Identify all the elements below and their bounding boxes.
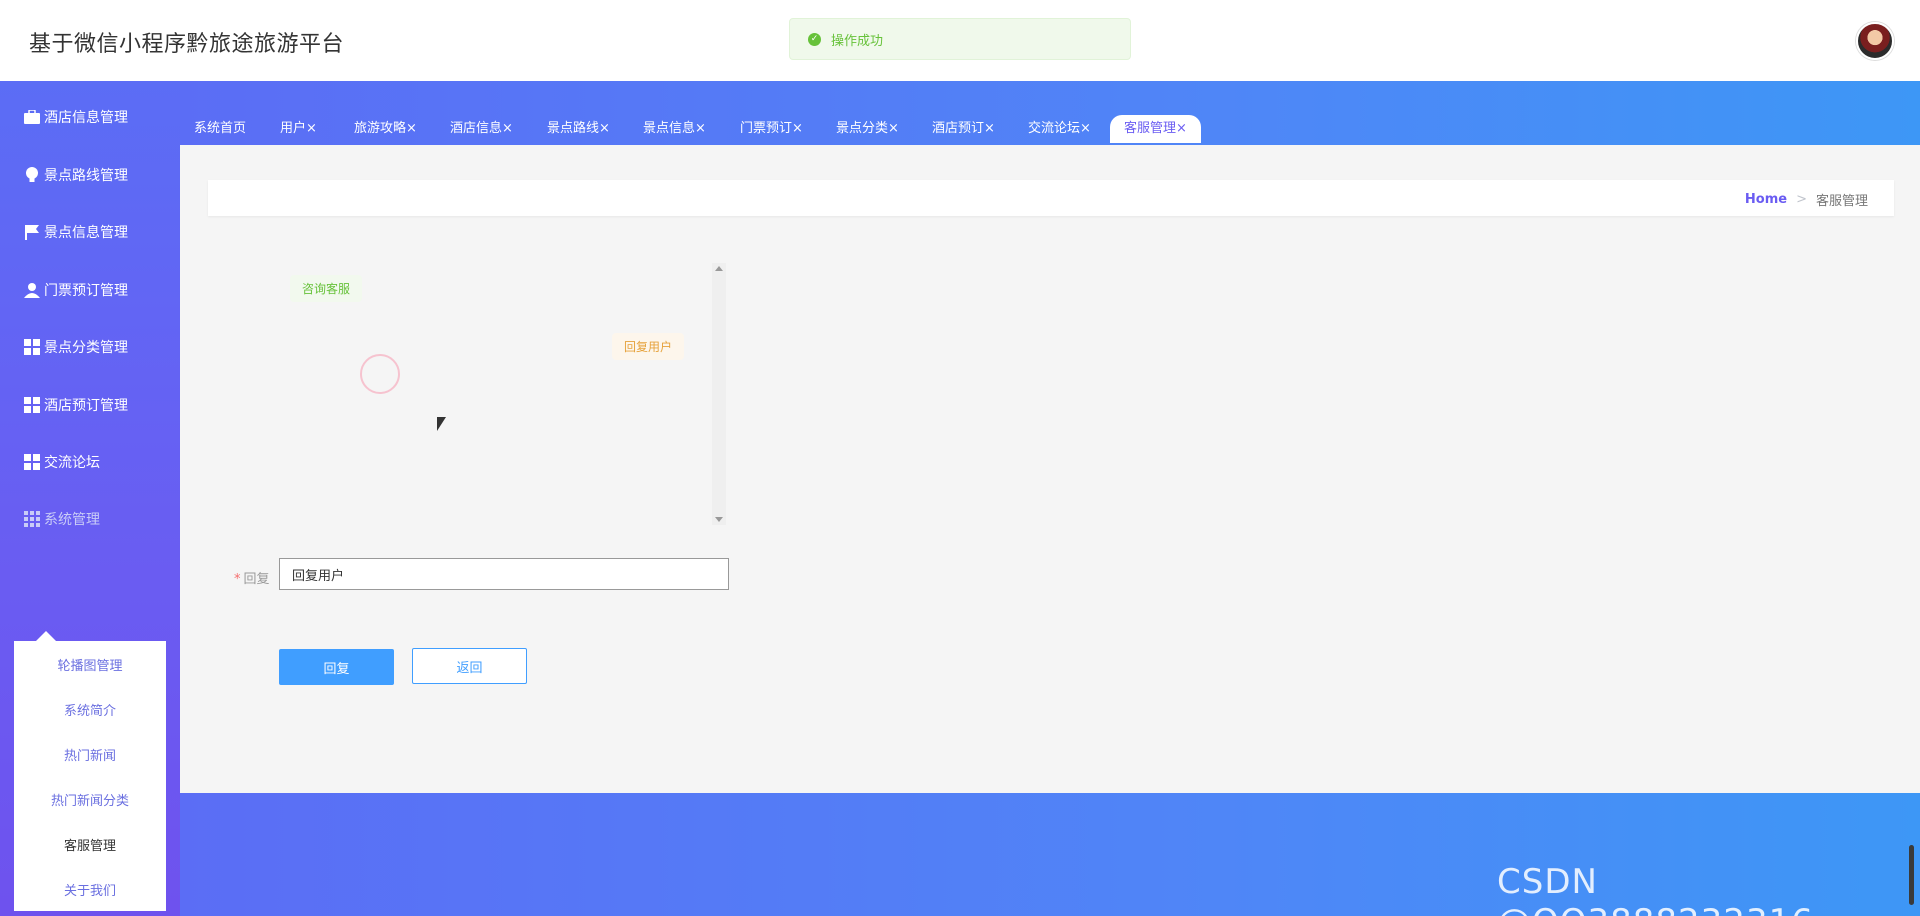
chat-area (288, 263, 730, 525)
tab-hotel-info[interactable]: 酒店信息× (450, 115, 513, 143)
sidebar-item-hotel-booking[interactable]: 酒店预订管理 (0, 382, 180, 428)
watermark-text: CSDN @QQ3888232316 (1497, 862, 1813, 916)
tab-ticket-booking[interactable]: 门票预订× (740, 115, 803, 143)
breadcrumb-separator: > (1796, 192, 1807, 207)
submenu-item-carousel[interactable]: 轮播图管理 (14, 655, 166, 674)
back-button[interactable]: 返回 (412, 648, 527, 684)
sidebar-item-label: 景点分类管理 (44, 340, 128, 356)
bulb-icon (24, 167, 40, 183)
scroll-down-icon[interactable] (715, 517, 723, 522)
top-header: 基于微信小程序黔旅途旅游平台 ✓ 操作成功 (0, 0, 1920, 81)
sidebar-item-label: 门票预订管理 (44, 283, 128, 299)
reply-label-text: 回复 (243, 572, 270, 587)
sidebar-item-scenic-category[interactable]: 景点分类管理 (0, 324, 180, 370)
flag-icon (24, 224, 40, 240)
user-message-bubble: 咨询客服 (290, 275, 363, 302)
grid-icon (24, 339, 40, 355)
success-toast: ✓ 操作成功 (789, 18, 1131, 60)
loading-spinner-icon (360, 354, 400, 394)
tab-scenic-route[interactable]: 景点路线× (547, 115, 610, 143)
tab-hotel-booking[interactable]: 酒店预订× (932, 115, 995, 143)
user-icon (24, 282, 40, 298)
tab-customer-service[interactable]: 客服管理× (1110, 115, 1201, 143)
reply-input[interactable] (279, 558, 729, 590)
tab-scenic-category[interactable]: 景点分类× (836, 115, 899, 143)
sidebar-item-label: 景点信息管理 (44, 225, 128, 241)
sidebar-item-label: 我的信息 (44, 714, 100, 730)
breadcrumb-current: 客服管理 (1815, 194, 1868, 209)
reply-button[interactable]: 回复 (279, 649, 394, 685)
wallet-icon (24, 713, 40, 729)
submenu-item-news-category[interactable]: 热门新闻分类 (14, 790, 166, 809)
tab-travel-guide[interactable]: 旅游攻略× (354, 115, 417, 143)
sidebar-item-my-info[interactable]: 我的信息 (0, 698, 180, 744)
sidebar-item-label: 酒店预订管理 (44, 398, 128, 414)
tab-forum[interactable]: 交流论坛× (1028, 115, 1091, 143)
required-mark: * (234, 572, 241, 587)
sidebar-item-ticket-booking[interactable]: 门票预订管理 (0, 267, 180, 313)
check-circle-icon: ✓ (808, 32, 821, 46)
toast-message: 操作成功 (831, 33, 884, 49)
breadcrumb-home[interactable]: Home (1745, 192, 1787, 207)
briefcase-icon (24, 109, 40, 125)
grid-icon (24, 454, 40, 470)
system-submenu: 轮播图管理 系统简介 热门新闻 热门新闻分类 客服管理 关于我们 (14, 631, 166, 911)
page-scrollbar[interactable] (1909, 845, 1914, 905)
submenu-item-customer-service[interactable]: 客服管理 (14, 835, 166, 854)
avatar[interactable] (1856, 22, 1894, 60)
sidebar-item-hotel-info[interactable]: 酒店信息管理 (0, 94, 180, 140)
submenu-item-about[interactable]: 关于我们 (14, 880, 166, 899)
sidebar-item-forum[interactable]: 交流论坛 (0, 439, 180, 485)
tab-home[interactable]: 系统首页 (194, 115, 246, 143)
admin-message-bubble: 回复用户 (612, 333, 685, 360)
app-title: 基于微信小程序黔旅途旅游平台 (29, 32, 345, 57)
grid-icon (24, 397, 40, 413)
reply-label: * 回复 (234, 568, 270, 587)
sidebar-item-label: 景点路线管理 (44, 168, 128, 184)
scroll-up-icon[interactable] (715, 266, 723, 271)
submenu-item-news[interactable]: 热门新闻 (14, 745, 166, 764)
tab-users[interactable]: 用户× (280, 115, 317, 143)
sidebar: 酒店信息管理 景点路线管理 景点信息管理 门票预订管理 景点分类管理 酒店预订管… (0, 81, 180, 916)
mouse-cursor-icon (437, 417, 446, 431)
breadcrumb: Home > 客服管理 (208, 180, 1894, 216)
apps-icon (24, 511, 40, 527)
sidebar-item-label: 系统管理 (44, 512, 100, 528)
main-content: Home > 客服管理 咨询客服 回复用户 *回复 回复 返回 (180, 145, 1920, 793)
sidebar-item-label: 交流论坛 (44, 455, 100, 471)
sidebar-item-scenic-route[interactable]: 景点路线管理 (0, 152, 180, 198)
tab-scenic-info[interactable]: 景点信息× (643, 115, 706, 143)
chat-scrollbar[interactable] (712, 263, 726, 525)
sidebar-item-scenic-info[interactable]: 景点信息管理 (0, 209, 180, 255)
sidebar-item-label: 酒店信息管理 (44, 110, 128, 126)
sidebar-item-system[interactable]: 系统管理 (0, 496, 180, 542)
tab-bar: 系统首页 用户× 旅游攻略× 酒店信息× 景点路线× 景点信息× 门票预订× 景… (180, 81, 1920, 145)
